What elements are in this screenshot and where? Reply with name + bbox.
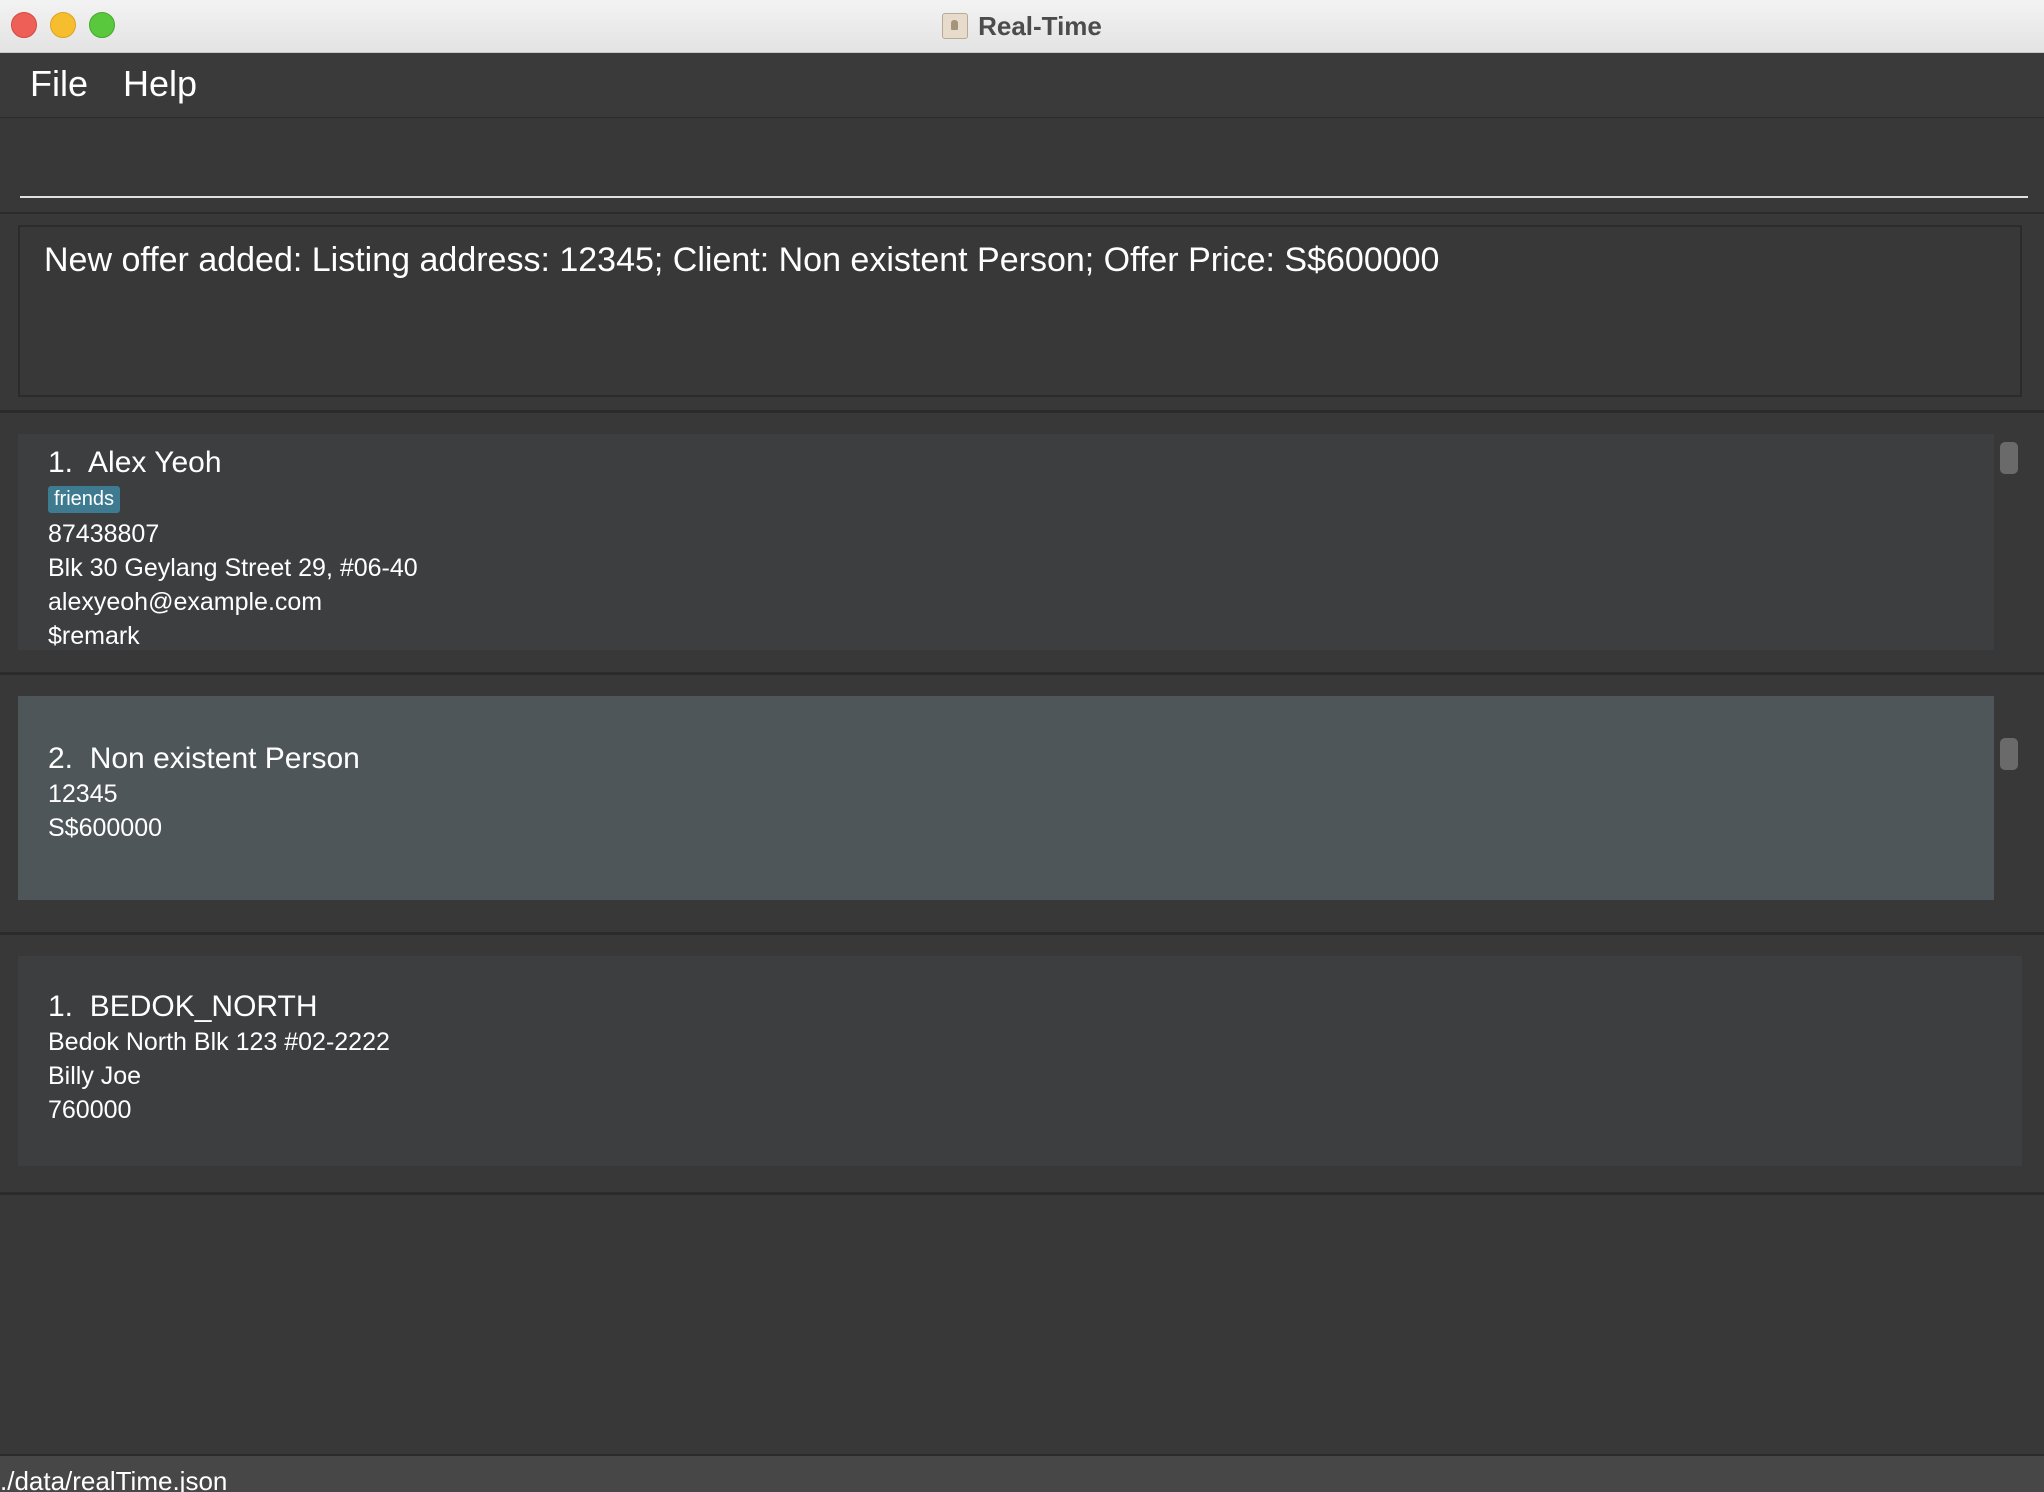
listing-name: BEDOK_NORTH — [89, 990, 318, 1023]
person-address: Blk 30 Geylang Street 29, #06-40 — [48, 554, 418, 582]
status-bar: ./data/realTime.json — [0, 1454, 2044, 1492]
save-file-path: ./data/realTime.json — [0, 1466, 228, 1492]
person-list-panel: 1. Alex Yeoh friends 87438807 Blk 30 Gey… — [0, 414, 2044, 672]
listing-card-title: 1. BEDOK_NORTH — [48, 990, 318, 1024]
offer-card-title: 2. Non existent Person — [48, 742, 360, 776]
divider — [0, 1192, 2044, 1195]
listing-address: Bedok North Blk 123 #02-2222 — [48, 1028, 390, 1056]
divider — [0, 672, 2044, 675]
offer-list-panel: 2. Non existent Person 12345 S$600000 — [0, 676, 2044, 932]
person-name: Alex Yeoh — [88, 446, 222, 479]
command-input[interactable] — [20, 138, 2028, 198]
window-title: Real-Time — [978, 10, 1102, 41]
listing-owner: Billy Joe — [48, 1062, 142, 1090]
offer-price: S$600000 — [48, 814, 163, 842]
tag-badge: friends — [48, 486, 121, 513]
result-display: New offer added: Listing address: 12345;… — [18, 225, 2022, 397]
listing-list-panel: 1. BEDOK_NORTH Bedok North Blk 123 #02-2… — [0, 936, 2044, 1192]
listing-card[interactable]: 1. BEDOK_NORTH Bedok North Blk 123 #02-2… — [18, 956, 2022, 1166]
person-list-scrollbar[interactable] — [2000, 442, 2018, 474]
menu-bar: File Help — [0, 53, 2044, 118]
window-title-wrap: Real-Time — [0, 0, 2044, 52]
divider — [0, 410, 2044, 413]
offer-list-scrollbar[interactable] — [2000, 738, 2018, 770]
command-box — [0, 118, 2044, 214]
person-remark: $remark — [48, 622, 140, 650]
result-message: New offer added: Listing address: 12345;… — [44, 241, 1440, 279]
person-card[interactable]: 1. Alex Yeoh friends 87438807 Blk 30 Gey… — [18, 434, 1994, 650]
divider — [0, 932, 2044, 935]
person-index: 1. — [48, 446, 74, 479]
title-bar: Real-Time — [0, 0, 2044, 53]
offer-card[interactable]: 2. Non existent Person 12345 S$600000 — [18, 696, 1994, 900]
menu-file[interactable]: File — [30, 63, 88, 105]
offer-client: Non existent Person — [89, 742, 360, 775]
listing-price: 760000 — [48, 1096, 132, 1124]
person-email: alexyeoh@example.com — [48, 588, 323, 616]
person-phone: 87438807 — [48, 520, 160, 548]
listing-index: 1. — [48, 990, 74, 1023]
offer-index: 2. — [48, 742, 74, 775]
person-card-title: 1. Alex Yeoh — [48, 446, 222, 480]
app-icon — [942, 13, 969, 39]
app-window: Real-Time File Help New offer added: Lis… — [0, 0, 2044, 1492]
menu-help[interactable]: Help — [123, 63, 197, 105]
offer-listing-address: 12345 — [48, 780, 118, 808]
